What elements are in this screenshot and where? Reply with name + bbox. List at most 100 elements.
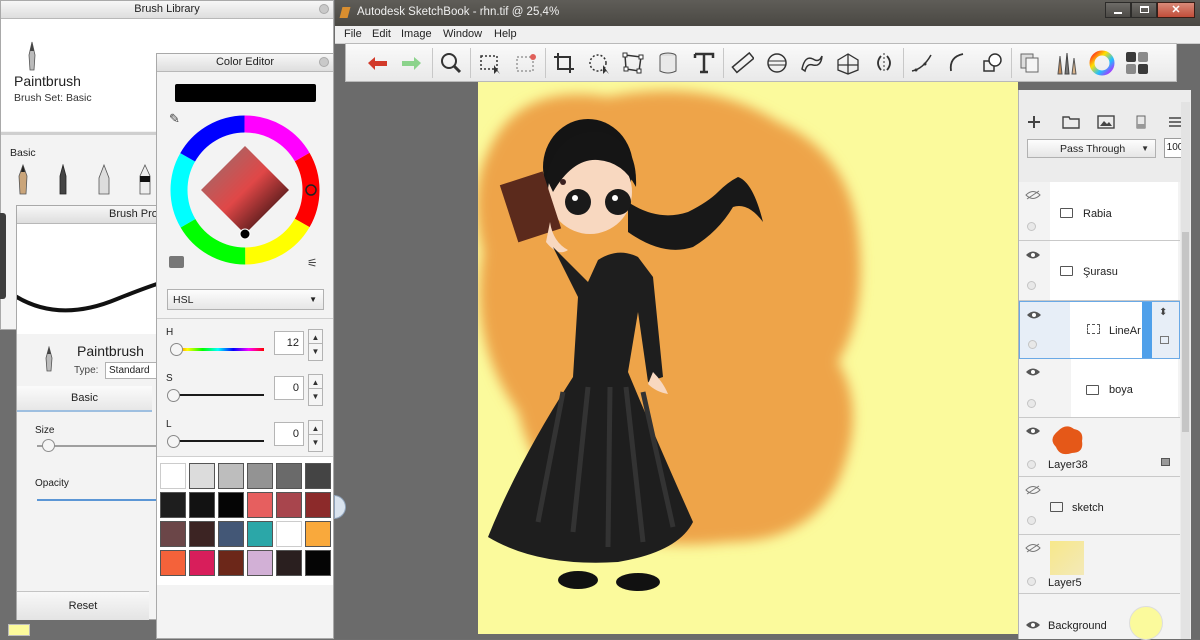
eye-icon[interactable] <box>1025 620 1041 630</box>
add-group-button[interactable] <box>1062 114 1080 130</box>
color-swatch[interactable] <box>218 463 244 489</box>
l-stepper-down[interactable]: ▼ <box>308 434 323 452</box>
color-swatch[interactable] <box>305 492 331 518</box>
l-value-field[interactable]: 0 <box>274 422 304 446</box>
french-curve-button[interactable] <box>797 46 827 80</box>
color-swatch[interactable] <box>247 550 273 576</box>
layer-row[interactable]: sketch <box>1019 477 1180 535</box>
fill-button[interactable] <box>653 46 683 80</box>
close-button[interactable]: ✕ <box>1157 2 1195 18</box>
eye-icon[interactable] <box>1025 250 1041 260</box>
layer-row[interactable]: Background <box>1019 594 1180 640</box>
clear-layer-button[interactable] <box>1135 114 1147 130</box>
layer-select-dot[interactable] <box>1027 516 1036 525</box>
brush-marker-icon[interactable] <box>95 164 113 196</box>
color-swatch[interactable] <box>305 521 331 547</box>
color-swatch[interactable] <box>160 463 186 489</box>
curve-button[interactable] <box>942 46 972 80</box>
crop-button[interactable] <box>549 46 579 80</box>
color-swatch[interactable] <box>276 521 302 547</box>
eye-icon[interactable] <box>1025 367 1041 377</box>
color-swatch[interactable] <box>247 492 273 518</box>
color-swatch[interactable] <box>247 463 273 489</box>
s-stepper-down[interactable]: ▼ <box>308 388 323 406</box>
h-slider[interactable] <box>172 348 264 351</box>
move-layer-icon[interactable]: ⬍ <box>1159 307 1167 318</box>
lock-icon[interactable] <box>1160 336 1169 344</box>
add-layer-button[interactable] <box>1026 114 1042 130</box>
color-swatch[interactable] <box>276 550 302 576</box>
color-swatch[interactable] <box>189 550 215 576</box>
layer-row-selected[interactable]: LineAr ⬍ <box>1019 301 1180 359</box>
layer-row[interactable]: Şurasu <box>1019 241 1180 301</box>
brush-inkpen-icon[interactable] <box>56 164 70 196</box>
color-swatch[interactable] <box>189 463 215 489</box>
copic-library-button[interactable] <box>1122 46 1152 80</box>
color-swatch[interactable] <box>276 463 302 489</box>
shape-button[interactable] <box>977 46 1007 80</box>
undo-button[interactable] <box>362 46 392 80</box>
transform-button[interactable] <box>584 46 614 80</box>
menu-help[interactable]: Help <box>494 28 517 40</box>
eye-hidden-icon[interactable] <box>1025 485 1041 495</box>
select-clear-button[interactable] <box>511 46 541 80</box>
menu-window[interactable]: Window <box>443 28 482 40</box>
color-swatch[interactable] <box>189 492 215 518</box>
close-icon[interactable] <box>319 4 329 14</box>
layer-select-dot[interactable] <box>1027 460 1036 469</box>
blend-mode-dropdown[interactable]: Pass Through ▼ <box>1027 139 1156 158</box>
layer-editor-button[interactable] <box>1015 46 1045 80</box>
ellipse-button[interactable] <box>762 46 792 80</box>
s-slider[interactable] <box>172 394 264 396</box>
color-swatch[interactable] <box>160 550 186 576</box>
layer-row[interactable]: boya <box>1019 359 1180 418</box>
color-swatch[interactable] <box>305 463 331 489</box>
eye-hidden-icon[interactable] <box>1025 543 1041 553</box>
menu-file[interactable]: File <box>344 28 362 40</box>
brush-palette-button[interactable] <box>1051 46 1081 80</box>
distort-button[interactable] <box>618 46 648 80</box>
layer-select-dot[interactable] <box>1027 222 1036 231</box>
sliders-icon[interactable]: ⚟ <box>307 256 318 270</box>
layer-select-dot[interactable] <box>1027 281 1036 290</box>
layer-select-dot[interactable] <box>1027 399 1036 408</box>
eye-icon[interactable] <box>1025 426 1041 436</box>
reset-button[interactable]: Reset <box>17 591 149 620</box>
color-swatch[interactable] <box>218 492 244 518</box>
text-button[interactable] <box>689 46 719 80</box>
s-value-field[interactable]: 0 <box>274 376 304 400</box>
size-slider[interactable] <box>37 445 157 447</box>
eye-hidden-icon[interactable] <box>1025 190 1041 200</box>
lock-icon[interactable] <box>1161 458 1170 466</box>
menu-image[interactable]: Image <box>401 28 432 40</box>
color-swatch[interactable] <box>218 521 244 547</box>
layer-select-dot[interactable] <box>1028 340 1037 349</box>
brush-airbrush-icon[interactable] <box>136 164 154 196</box>
stroke-button[interactable] <box>907 46 937 80</box>
color-wheel[interactable] <box>167 112 324 269</box>
ruler-button[interactable] <box>727 46 757 80</box>
select-rect-button[interactable] <box>476 46 506 80</box>
printer-icon[interactable] <box>169 256 184 268</box>
eye-icon[interactable] <box>1026 310 1042 320</box>
color-swatch[interactable] <box>160 492 186 518</box>
redo-button[interactable] <box>397 46 427 80</box>
color-swatch[interactable] <box>305 550 331 576</box>
canvas[interactable] <box>478 82 1018 634</box>
color-swatch[interactable] <box>218 550 244 576</box>
l-slider-thumb[interactable] <box>167 435 180 448</box>
minimize-button[interactable] <box>1105 2 1131 18</box>
h-stepper-down[interactable]: ▼ <box>308 343 323 361</box>
size-slider-thumb[interactable] <box>42 439 55 452</box>
layer-scrollbar[interactable] <box>1181 102 1190 639</box>
layer-row[interactable]: Rabia <box>1019 182 1180 241</box>
s-slider-thumb[interactable] <box>167 389 180 402</box>
close-icon[interactable] <box>319 57 329 67</box>
opacity-slider[interactable] <box>37 499 157 501</box>
scrollbar-thumb[interactable] <box>1182 232 1189 432</box>
layer-menu-button[interactable] <box>1168 116 1182 128</box>
layer-select-dot[interactable] <box>1027 577 1036 586</box>
perspective-button[interactable] <box>833 46 863 80</box>
h-slider-thumb[interactable] <box>170 343 183 356</box>
maximize-button[interactable] <box>1131 2 1157 18</box>
